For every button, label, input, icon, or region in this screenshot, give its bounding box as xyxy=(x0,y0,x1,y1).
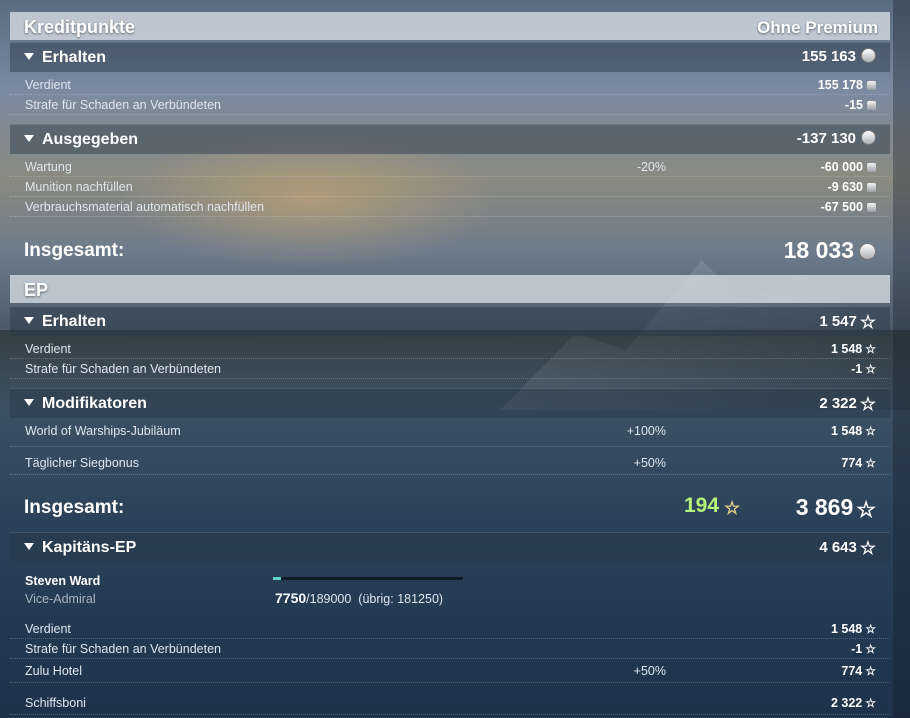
credits-coin-icon xyxy=(867,203,876,212)
section-value: 2 322 xyxy=(819,395,857,412)
collapse-triangle-icon[interactable] xyxy=(24,317,34,324)
captain-progress-text: 7750/189000 (übrig: 181250) xyxy=(275,590,443,606)
collapse-triangle-icon[interactable] xyxy=(24,53,34,60)
credits-coin-icon xyxy=(867,81,876,90)
list-item: Verdient 1 548 ☆ xyxy=(10,339,890,359)
list-item: Schiffsboni 2 322 ☆ xyxy=(10,693,890,715)
credits-title: Kreditpunkte xyxy=(24,17,136,37)
xp-star-icon: ☆ xyxy=(859,394,876,414)
list-item: World of Warships-Jubiläum +100% 1 548 ☆ xyxy=(10,421,890,447)
section-label: Erhalten xyxy=(42,49,107,66)
xp-star-icon: ☆ xyxy=(865,456,876,470)
list-item: Zulu Hotel +50% 774 ☆ xyxy=(10,661,890,683)
xp-star-icon: ☆ xyxy=(865,362,876,376)
results-panel: Kreditpunkte Ohne Premium Erhalten 155 1… xyxy=(0,0,890,718)
total-label: Insgesamt: xyxy=(24,497,125,518)
collapse-triangle-icon[interactable] xyxy=(24,135,34,142)
section-label: Modifikatoren xyxy=(42,395,147,412)
collapse-triangle-icon[interactable] xyxy=(24,543,34,550)
captain-progress-bar xyxy=(273,577,463,580)
credits-coin-icon xyxy=(859,243,876,260)
captain-xp-section[interactable]: Kapitäns-EP 4 643 ☆ xyxy=(10,532,890,562)
xp-title: EP xyxy=(24,280,49,300)
xp-star-icon: ☆ xyxy=(865,342,876,356)
total-label: Insgesamt: xyxy=(24,240,125,261)
list-item: Verbrauchsmaterial automatisch nachfülle… xyxy=(10,197,890,217)
progress-remaining: (übrig: 181250) xyxy=(358,592,444,606)
total-value: 3 869 xyxy=(795,494,854,520)
section-label: Kapitäns-EP xyxy=(42,539,137,556)
captain-name: Steven Ward xyxy=(25,574,101,588)
side-panel-edge xyxy=(893,0,910,718)
xp-star-icon: ☆ xyxy=(865,424,876,438)
section-value: 155 163 xyxy=(801,48,856,65)
credits-header: Kreditpunkte Ohne Premium xyxy=(10,12,890,40)
xp-header: EP xyxy=(10,275,890,303)
xp-star-icon: ☆ xyxy=(865,622,876,636)
xp-total-row: Insgesamt: 194 ☆ 3 869 ☆ xyxy=(10,485,890,529)
modifier-percent: +50% xyxy=(633,664,666,678)
section-label: Erhalten xyxy=(42,313,107,330)
total-value: 18 033 xyxy=(783,237,854,263)
xp-star-icon: ☆ xyxy=(865,642,876,656)
list-item: Strafe für Schaden an Verbündeten -15 xyxy=(10,95,890,115)
credits-coin-icon xyxy=(867,101,876,110)
free-xp-star-icon: ☆ xyxy=(724,498,741,518)
section-label: Ausgegeben xyxy=(42,131,139,148)
credits-coin-icon xyxy=(861,48,876,63)
xp-star-icon: ☆ xyxy=(859,312,876,332)
credits-received-section[interactable]: Erhalten 155 163 xyxy=(10,42,890,72)
modifier-percent: +50% xyxy=(633,456,666,470)
collapse-triangle-icon[interactable] xyxy=(24,399,34,406)
credits-total-row: Insgesamt: 18 033 xyxy=(10,226,890,272)
xp-modifiers-section[interactable]: Modifikatoren 2 322 ☆ xyxy=(10,388,890,418)
xp-star-icon: ☆ xyxy=(859,538,876,558)
xp-received-section[interactable]: Erhalten 1 547 ☆ xyxy=(10,306,890,336)
xp-star-icon: ☆ xyxy=(856,497,876,522)
list-item: Verdient 155 178 xyxy=(10,75,890,95)
list-item: Täglicher Siegbonus +50% 774 ☆ xyxy=(10,453,890,475)
list-item: Strafe für Schaden an Verbündeten -1 ☆ xyxy=(10,639,890,659)
list-item: Munition nachfüllen -9 630 xyxy=(10,177,890,197)
list-item: Strafe für Schaden an Verbündeten -1 ☆ xyxy=(10,359,890,379)
premium-column-label: Ohne Premium xyxy=(757,18,878,37)
credits-coin-icon xyxy=(867,183,876,192)
modifier-percent: -20% xyxy=(636,160,666,174)
section-value: -137 130 xyxy=(796,130,856,147)
free-xp-value: 194 xyxy=(684,494,720,517)
list-item: Wartung -20% -60 000 xyxy=(10,157,890,177)
xp-star-icon: ☆ xyxy=(865,664,876,678)
credits-coin-icon xyxy=(867,163,876,172)
xp-star-icon: ☆ xyxy=(865,696,876,710)
credits-spent-section[interactable]: Ausgegeben -137 130 xyxy=(10,124,890,154)
captain-rank: Vice-Admiral xyxy=(25,592,96,606)
list-item: Verdient 1 548 ☆ xyxy=(10,619,890,639)
section-value: 4 643 xyxy=(819,539,857,556)
progress-current: 7750 xyxy=(275,590,307,606)
progress-total: /189000 xyxy=(306,592,352,606)
credits-coin-icon xyxy=(861,130,876,145)
modifier-percent: +100% xyxy=(626,424,666,438)
section-value: 1 547 xyxy=(819,313,857,330)
captain-progress-fill xyxy=(273,577,281,580)
